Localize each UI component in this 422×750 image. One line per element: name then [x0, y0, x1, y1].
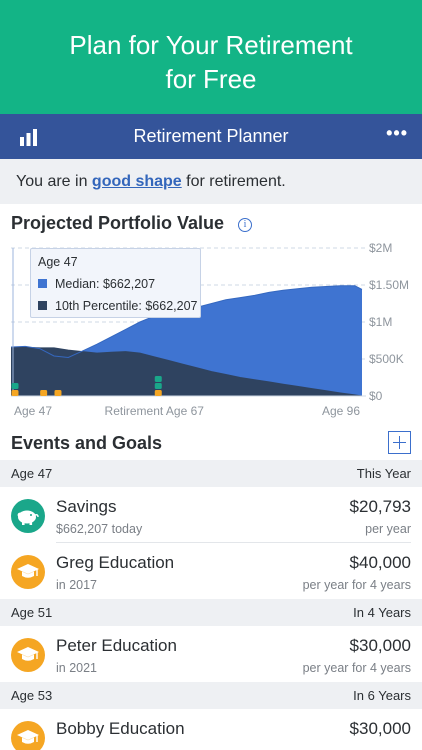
x-tick-label: Retirement Age 67 [105, 404, 205, 418]
y-tick-label: $1M [369, 315, 392, 329]
group-timing-label: This Year [356, 466, 411, 481]
event-amount: $30,000 [349, 636, 411, 655]
events-title: Events and Goals [11, 433, 163, 453]
median-swatch [38, 279, 47, 289]
event-frequency: per year for 4 years [302, 661, 411, 675]
info-icon[interactable]: i [238, 218, 252, 232]
group-timing-label: In 6 Years [353, 688, 411, 703]
graduation-cap-icon [11, 555, 45, 589]
status-suffix: for retirement. [181, 173, 286, 190]
chart-title: Projected Portfolio Value [11, 213, 225, 233]
more-menu-icon[interactable]: ••• [386, 123, 408, 144]
status-prefix: You are in [16, 173, 92, 190]
event-frequency: per year [365, 522, 411, 536]
tooltip-median-row: Median: $662,207 [38, 277, 155, 291]
retirement-status: You are in good shape for retirement. [0, 159, 422, 204]
graduation-cap-icon [11, 638, 45, 672]
tooltip-age: Age 47 [38, 255, 78, 269]
group-age-label: Age 47 [11, 466, 53, 481]
y-tick-label: $2M [369, 241, 392, 255]
status-link[interactable]: good shape [92, 173, 182, 190]
x-tick-label: Age 96 [322, 404, 360, 418]
event-row[interactable]: Bobby Education $30,000 [0, 709, 422, 750]
event-subtitle: $662,207 today [56, 522, 143, 536]
tooltip-p10: 10th Percentile: $662,207 [55, 299, 198, 313]
event-marker [154, 376, 162, 382]
event-amount: $20,793 [349, 497, 411, 516]
add-event-button[interactable] [388, 431, 411, 454]
event-amount: $30,000 [349, 719, 411, 738]
chart-tooltip: Age 47 Median: $662,207 10th Percentile:… [30, 248, 201, 318]
group-header: Age 51 In 4 Years [0, 599, 422, 626]
event-frequency: per year for 4 years [302, 578, 411, 592]
event-name: Greg Education [56, 553, 175, 572]
promo-subline: for Free [165, 64, 257, 94]
p10-swatch [38, 301, 47, 311]
x-tick-label: Age 47 [14, 404, 52, 418]
tooltip-p10-row: 10th Percentile: $662,207 [38, 299, 197, 313]
promo-headline: Plan for Your Retirement [69, 30, 353, 60]
event-amount: $40,000 [349, 553, 411, 572]
group-age-label: Age 51 [11, 605, 53, 620]
event-name: Savings [56, 497, 117, 516]
y-tick-label: $500K [369, 352, 404, 366]
y-tick-label: $0 [369, 389, 383, 403]
event-subtitle: in 2021 [56, 661, 98, 675]
event-marker [54, 390, 62, 396]
nav-bar: Retirement Planner ••• [0, 114, 422, 159]
event-row[interactable]: Savings $662,207 today $20,793 per year [0, 487, 422, 543]
promo-banner: Plan for Your Retirement for Free [0, 0, 422, 114]
event-marker [11, 390, 19, 396]
event-marker [154, 383, 162, 389]
piggy-bank-icon [11, 499, 45, 533]
event-marker [11, 383, 19, 389]
event-row[interactable]: Greg Education in 2017 $40,000 per year for… [0, 543, 422, 599]
event-name: Peter Education [56, 636, 177, 655]
group-age-label: Age 53 [11, 688, 53, 703]
group-header: Age 53 In 6 Years [0, 682, 422, 709]
event-marker [40, 390, 48, 396]
group-timing-label: In 4 Years [353, 605, 411, 620]
event-subtitle: in 2017 [56, 578, 98, 592]
group-header: Age 47 This Year [0, 460, 422, 487]
y-tick-label: $1.50M [369, 278, 409, 292]
event-name: Bobby Education [56, 719, 185, 738]
graduation-cap-icon [11, 721, 45, 750]
tooltip-median: Median: $662,207 [55, 277, 156, 291]
event-row[interactable]: Peter Education in 2021 $30,000 per year fo… [0, 626, 422, 682]
nav-title: Retirement Planner [133, 126, 289, 146]
event-marker [154, 390, 162, 396]
